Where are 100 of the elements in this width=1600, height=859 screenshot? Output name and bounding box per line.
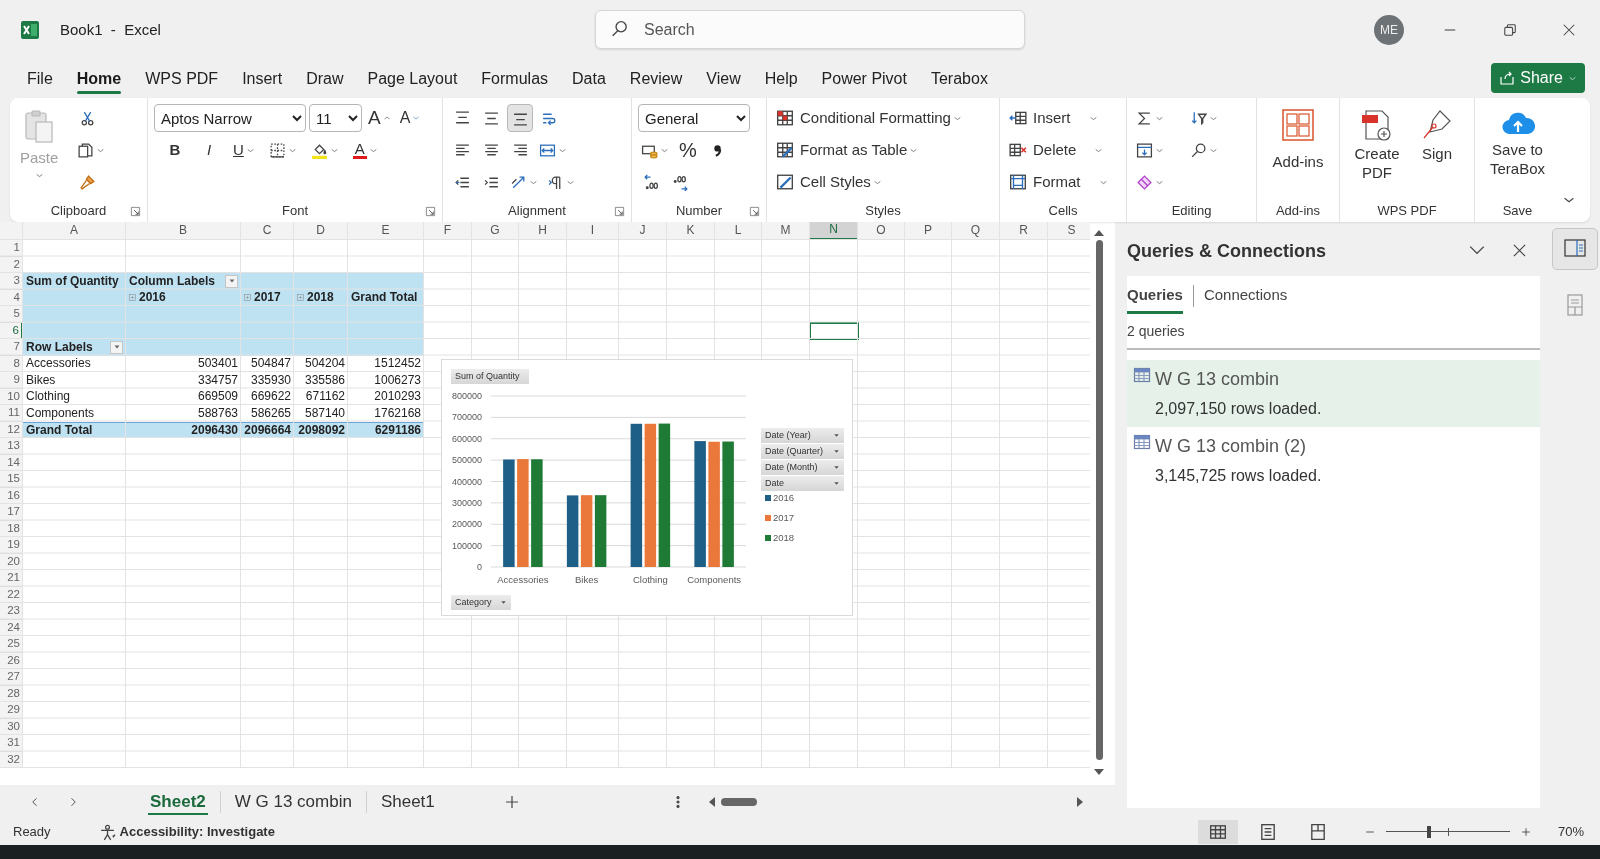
column-header[interactable]: R	[1000, 222, 1048, 240]
share-button[interactable]: Share	[1491, 63, 1585, 93]
query-item[interactable]: W G 13 combin 2,097,150 rows loaded.	[1127, 359, 1540, 427]
column-header[interactable]: F	[424, 222, 472, 240]
expand-icon	[129, 294, 136, 302]
row-header[interactable]: 21	[0, 570, 23, 587]
column-header[interactable]: E	[348, 222, 424, 240]
table-cell-text: 504847	[249, 355, 292, 372]
menu-tab[interactable]: Formulas	[481, 64, 549, 94]
pane-button[interactable]	[1552, 228, 1598, 270]
decrease-font-button[interactable]: A	[396, 104, 424, 132]
zoom-slider[interactable]	[1385, 824, 1510, 839]
menu-tab[interactable]: Power Pivot	[821, 64, 907, 94]
row-header[interactable]: 9	[0, 372, 23, 389]
insert-button[interactable]: Insert	[1006, 104, 1101, 132]
column-header[interactable]: H	[519, 222, 567, 240]
row-header[interactable]: 15	[0, 471, 23, 488]
column-header[interactable]: P	[905, 222, 952, 240]
italic-button[interactable]: I	[196, 136, 222, 164]
column-header[interactable]: N	[810, 222, 858, 240]
vertical-align-button[interactable]	[507, 104, 533, 132]
menu-tab[interactable]: Data	[572, 64, 606, 94]
column-header[interactable]: K	[667, 222, 715, 240]
column-header[interactable]: M	[762, 222, 810, 240]
column-header[interactable]: C	[241, 222, 294, 240]
sheet-tab[interactable]: W G 13 combin	[220, 786, 366, 817]
avatar[interactable]: ME	[1374, 15, 1404, 45]
field-button[interactable]: Category	[451, 595, 511, 610]
menu-tab[interactable]: File	[27, 64, 53, 94]
menu-tab[interactable]: Review	[629, 64, 683, 94]
filter-button[interactable]	[110, 340, 123, 354]
field-button[interactable]: Date (Year)	[761, 428, 844, 443]
menu-tab[interactable]: Insert	[242, 64, 283, 94]
menu-tab[interactable]: Home	[76, 64, 122, 94]
percent-button[interactable]: %	[675, 136, 701, 164]
menu-tab[interactable]: Terabox	[930, 64, 988, 94]
slider-thumb[interactable]	[1427, 825, 1432, 838]
menu-tab[interactable]: Help	[764, 64, 798, 94]
add-ins-button[interactable]: Add-ins	[1268, 104, 1328, 200]
field-button[interactable]: Date	[761, 476, 844, 491]
close-icon	[1511, 242, 1527, 258]
menu-tab[interactable]: Page Layout	[367, 64, 458, 94]
panel-tab[interactable]: Connections	[1203, 276, 1288, 311]
view-button[interactable]	[1197, 819, 1238, 844]
format-button[interactable]: Format	[1006, 168, 1111, 196]
sign-button[interactable]: Sign	[1409, 104, 1465, 200]
column-header[interactable]: A	[23, 222, 126, 240]
row-header[interactable]: 1	[0, 240, 23, 257]
row-header[interactable]: 17	[0, 504, 23, 521]
accessibility-status[interactable]: Accessibility: Investigate	[119, 821, 275, 842]
column-header[interactable]: J	[619, 222, 667, 240]
cell-styles-button[interactable]: Cell Styles	[773, 168, 885, 196]
row-header[interactable]: 19	[0, 537, 23, 554]
row-header[interactable]: 25	[0, 636, 23, 653]
row-header[interactable]: 7	[0, 339, 23, 356]
column-header[interactable]: I	[567, 222, 619, 240]
panel-tab[interactable]: Queries	[1127, 276, 1183, 311]
row-header[interactable]: 27	[0, 669, 23, 686]
create-pdf-button[interactable]: Create PDF	[1349, 104, 1405, 200]
field-button[interactable]: Date (Quarter)	[761, 444, 844, 459]
row-header[interactable]: 3	[0, 273, 23, 290]
conditional-formatting-button[interactable]: Conditional Formatting	[773, 104, 965, 132]
font-color-button[interactable]: A	[349, 136, 381, 164]
column-header[interactable]: O	[858, 222, 905, 240]
font-name-field[interactable]: Aptos Narrow	[154, 104, 306, 132]
column-header[interactable]: S	[1048, 222, 1090, 240]
column-header[interactable]: L	[715, 222, 762, 240]
column-header[interactable]: Q	[952, 222, 1000, 240]
table-cell-text: 1006273	[373, 372, 422, 389]
save-to-cloud-button[interactable]: Save to TeraBox	[1481, 104, 1554, 200]
active-cell[interactable]	[810, 322, 858, 339]
column-header[interactable]: B	[126, 222, 241, 240]
query-item[interactable]: W G 13 combin (2) 3,145,725 rows loaded.	[1127, 426, 1540, 494]
menu-tab[interactable]: WPS PDF	[145, 64, 219, 94]
row-header[interactable]: 23	[0, 603, 23, 620]
grid-icon	[776, 109, 794, 127]
sheet-tab[interactable]: Sheet2	[136, 786, 220, 817]
number-format-field[interactable]: General	[638, 104, 750, 132]
column-header[interactable]: G	[472, 222, 519, 240]
filter-button[interactable]	[225, 274, 238, 288]
row-header[interactable]: 5	[0, 306, 23, 323]
row-header[interactable]: 11	[0, 405, 23, 422]
field-button[interactable]: Date (Month)	[761, 460, 844, 475]
row-header[interactable]: 13	[0, 438, 23, 455]
menu-tab[interactable]: View	[706, 64, 741, 94]
dropdown-arrow-icon	[500, 599, 507, 606]
bold-button[interactable]: B	[162, 136, 188, 164]
font-size-field[interactable]: 11	[309, 104, 362, 132]
delete-button[interactable]: Delete	[1006, 136, 1107, 164]
row-header[interactable]: 31	[0, 735, 23, 752]
menu-tab[interactable]: Draw	[306, 64, 344, 94]
sheet-tab[interactable]: Sheet1	[366, 786, 449, 817]
format-as-table-button[interactable]: Format as Table	[773, 136, 922, 164]
underline-button[interactable]: U	[230, 136, 258, 164]
table-cell-text: 587140	[303, 405, 346, 422]
row-header[interactable]: 29	[0, 702, 23, 719]
column-header[interactable]: D	[294, 222, 348, 240]
increase-font-button[interactable]: A	[365, 104, 394, 132]
field-button[interactable]: Sum of Quantity	[451, 369, 529, 384]
search-field[interactable]: Search	[595, 10, 1025, 49]
